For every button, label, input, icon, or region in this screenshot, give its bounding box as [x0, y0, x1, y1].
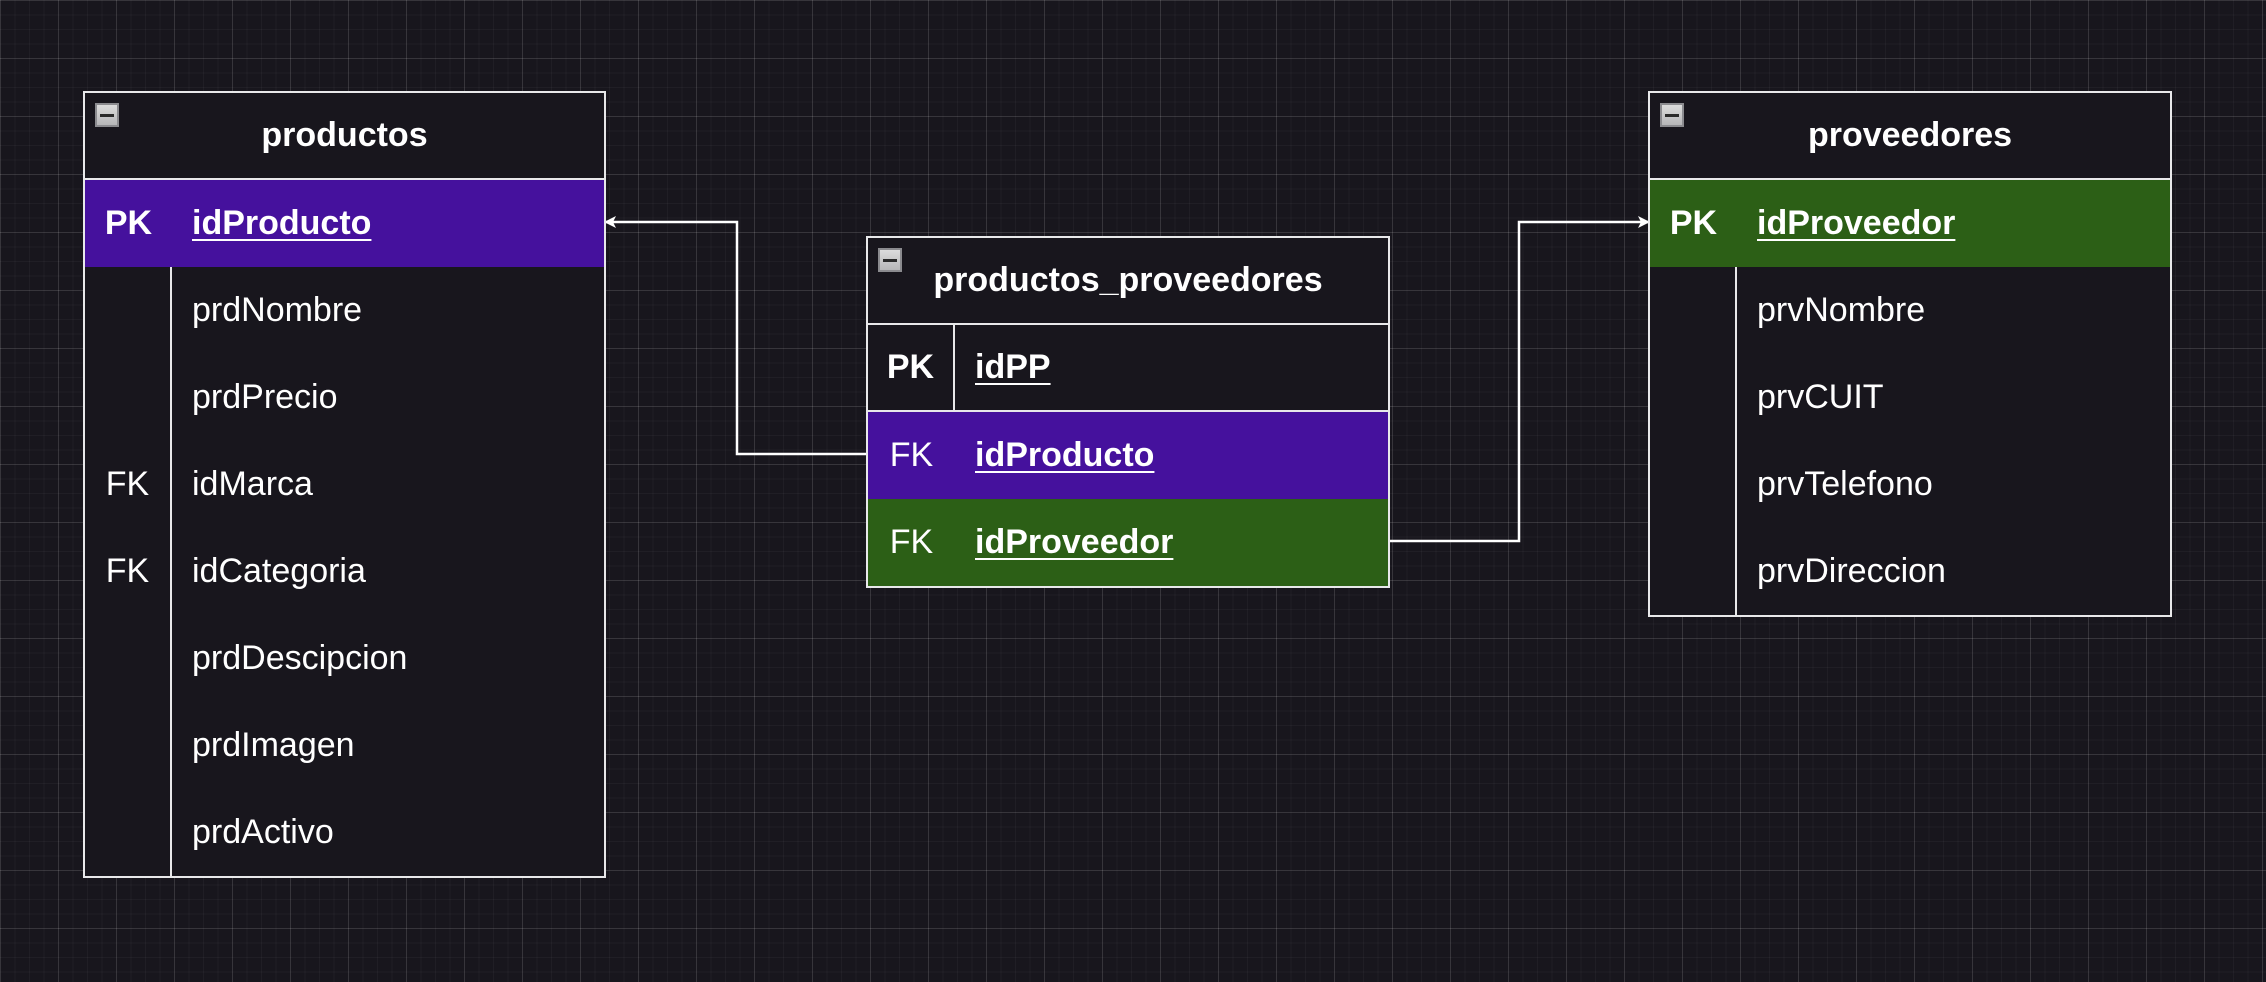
field-name: idProveedor: [975, 523, 1174, 561]
field-name: prvDireccion: [1757, 552, 1946, 590]
field-name: idCategoria: [192, 552, 366, 590]
field-name: idPP: [975, 348, 1051, 386]
table-row[interactable]: prvNombre: [1650, 267, 2170, 354]
table-row-pk[interactable]: PK idProducto: [85, 180, 604, 267]
table-row-fk[interactable]: FK idProveedor: [868, 499, 1388, 586]
key-label: FK: [85, 528, 172, 615]
table-header[interactable]: proveedores: [1650, 93, 2170, 180]
table-row[interactable]: prdNombre: [85, 267, 604, 354]
field-name: idProducto: [192, 204, 372, 242]
table-proveedores[interactable]: proveedores PK idProveedor prvNombre prv…: [1648, 91, 2172, 617]
key-label: [85, 354, 172, 441]
table-title: productos: [261, 116, 428, 154]
key-label: FK: [889, 436, 934, 474]
table-row[interactable]: FK idCategoria: [85, 528, 604, 615]
key-label: [85, 789, 172, 876]
table-productos-proveedores[interactable]: productos_proveedores PK idPP FK idProdu…: [866, 236, 1390, 588]
field-name: idProducto: [975, 436, 1155, 474]
key-label: [85, 615, 172, 702]
key-label: [1650, 528, 1737, 615]
table-header[interactable]: productos: [85, 93, 604, 180]
table-row[interactable]: prdImagen: [85, 702, 604, 789]
collapse-icon[interactable]: [95, 103, 119, 127]
table-row-pk[interactable]: PK idPP: [868, 325, 1388, 412]
field-name: prvNombre: [1757, 291, 1926, 329]
table-header[interactable]: productos_proveedores: [868, 238, 1388, 325]
key-label: [85, 267, 172, 354]
table-row[interactable]: prvTelefono: [1650, 441, 2170, 528]
table-title: proveedores: [1807, 116, 2013, 154]
field-name: idMarca: [192, 465, 313, 503]
table-row[interactable]: prvDireccion: [1650, 528, 2170, 615]
field-name: prdNombre: [192, 291, 363, 329]
key-label: PK: [104, 204, 153, 242]
table-row[interactable]: prvCUIT: [1650, 354, 2170, 441]
table-row[interactable]: prdPrecio: [85, 354, 604, 441]
field-name: prdPrecio: [192, 378, 338, 416]
diagram-canvas: productos PK idProducto prdNombre prdPre…: [0, 0, 2266, 982]
key-label: FK: [85, 441, 172, 528]
relation-line-productos[interactable]: [604, 216, 866, 456]
table-row[interactable]: prdActivo: [85, 789, 604, 876]
field-name: prvCUIT: [1757, 378, 1884, 416]
collapse-icon[interactable]: [878, 248, 902, 272]
key-label: [1650, 441, 1737, 528]
field-name: idProveedor: [1757, 204, 1956, 242]
key-label: PK: [1669, 204, 1718, 242]
key-label: FK: [889, 523, 934, 561]
table-row-fk[interactable]: FK idProducto: [868, 412, 1388, 499]
collapse-icon[interactable]: [1660, 103, 1684, 127]
field-name: prvTelefono: [1757, 465, 1933, 503]
table-title: productos_proveedores: [933, 261, 1323, 299]
field-name: prdDescipcion: [192, 639, 408, 677]
key-label: [1650, 354, 1737, 441]
field-name: prdActivo: [192, 813, 334, 851]
table-row[interactable]: FK idMarca: [85, 441, 604, 528]
relation-line-proveedores[interactable]: [1390, 216, 1650, 543]
field-name: prdImagen: [192, 726, 355, 764]
table-row-pk[interactable]: PK idProveedor: [1650, 180, 2170, 267]
key-label: PK: [868, 325, 955, 410]
key-label: [1650, 267, 1737, 354]
table-row[interactable]: prdDescipcion: [85, 615, 604, 702]
table-productos[interactable]: productos PK idProducto prdNombre prdPre…: [83, 91, 606, 878]
key-label: [85, 702, 172, 789]
